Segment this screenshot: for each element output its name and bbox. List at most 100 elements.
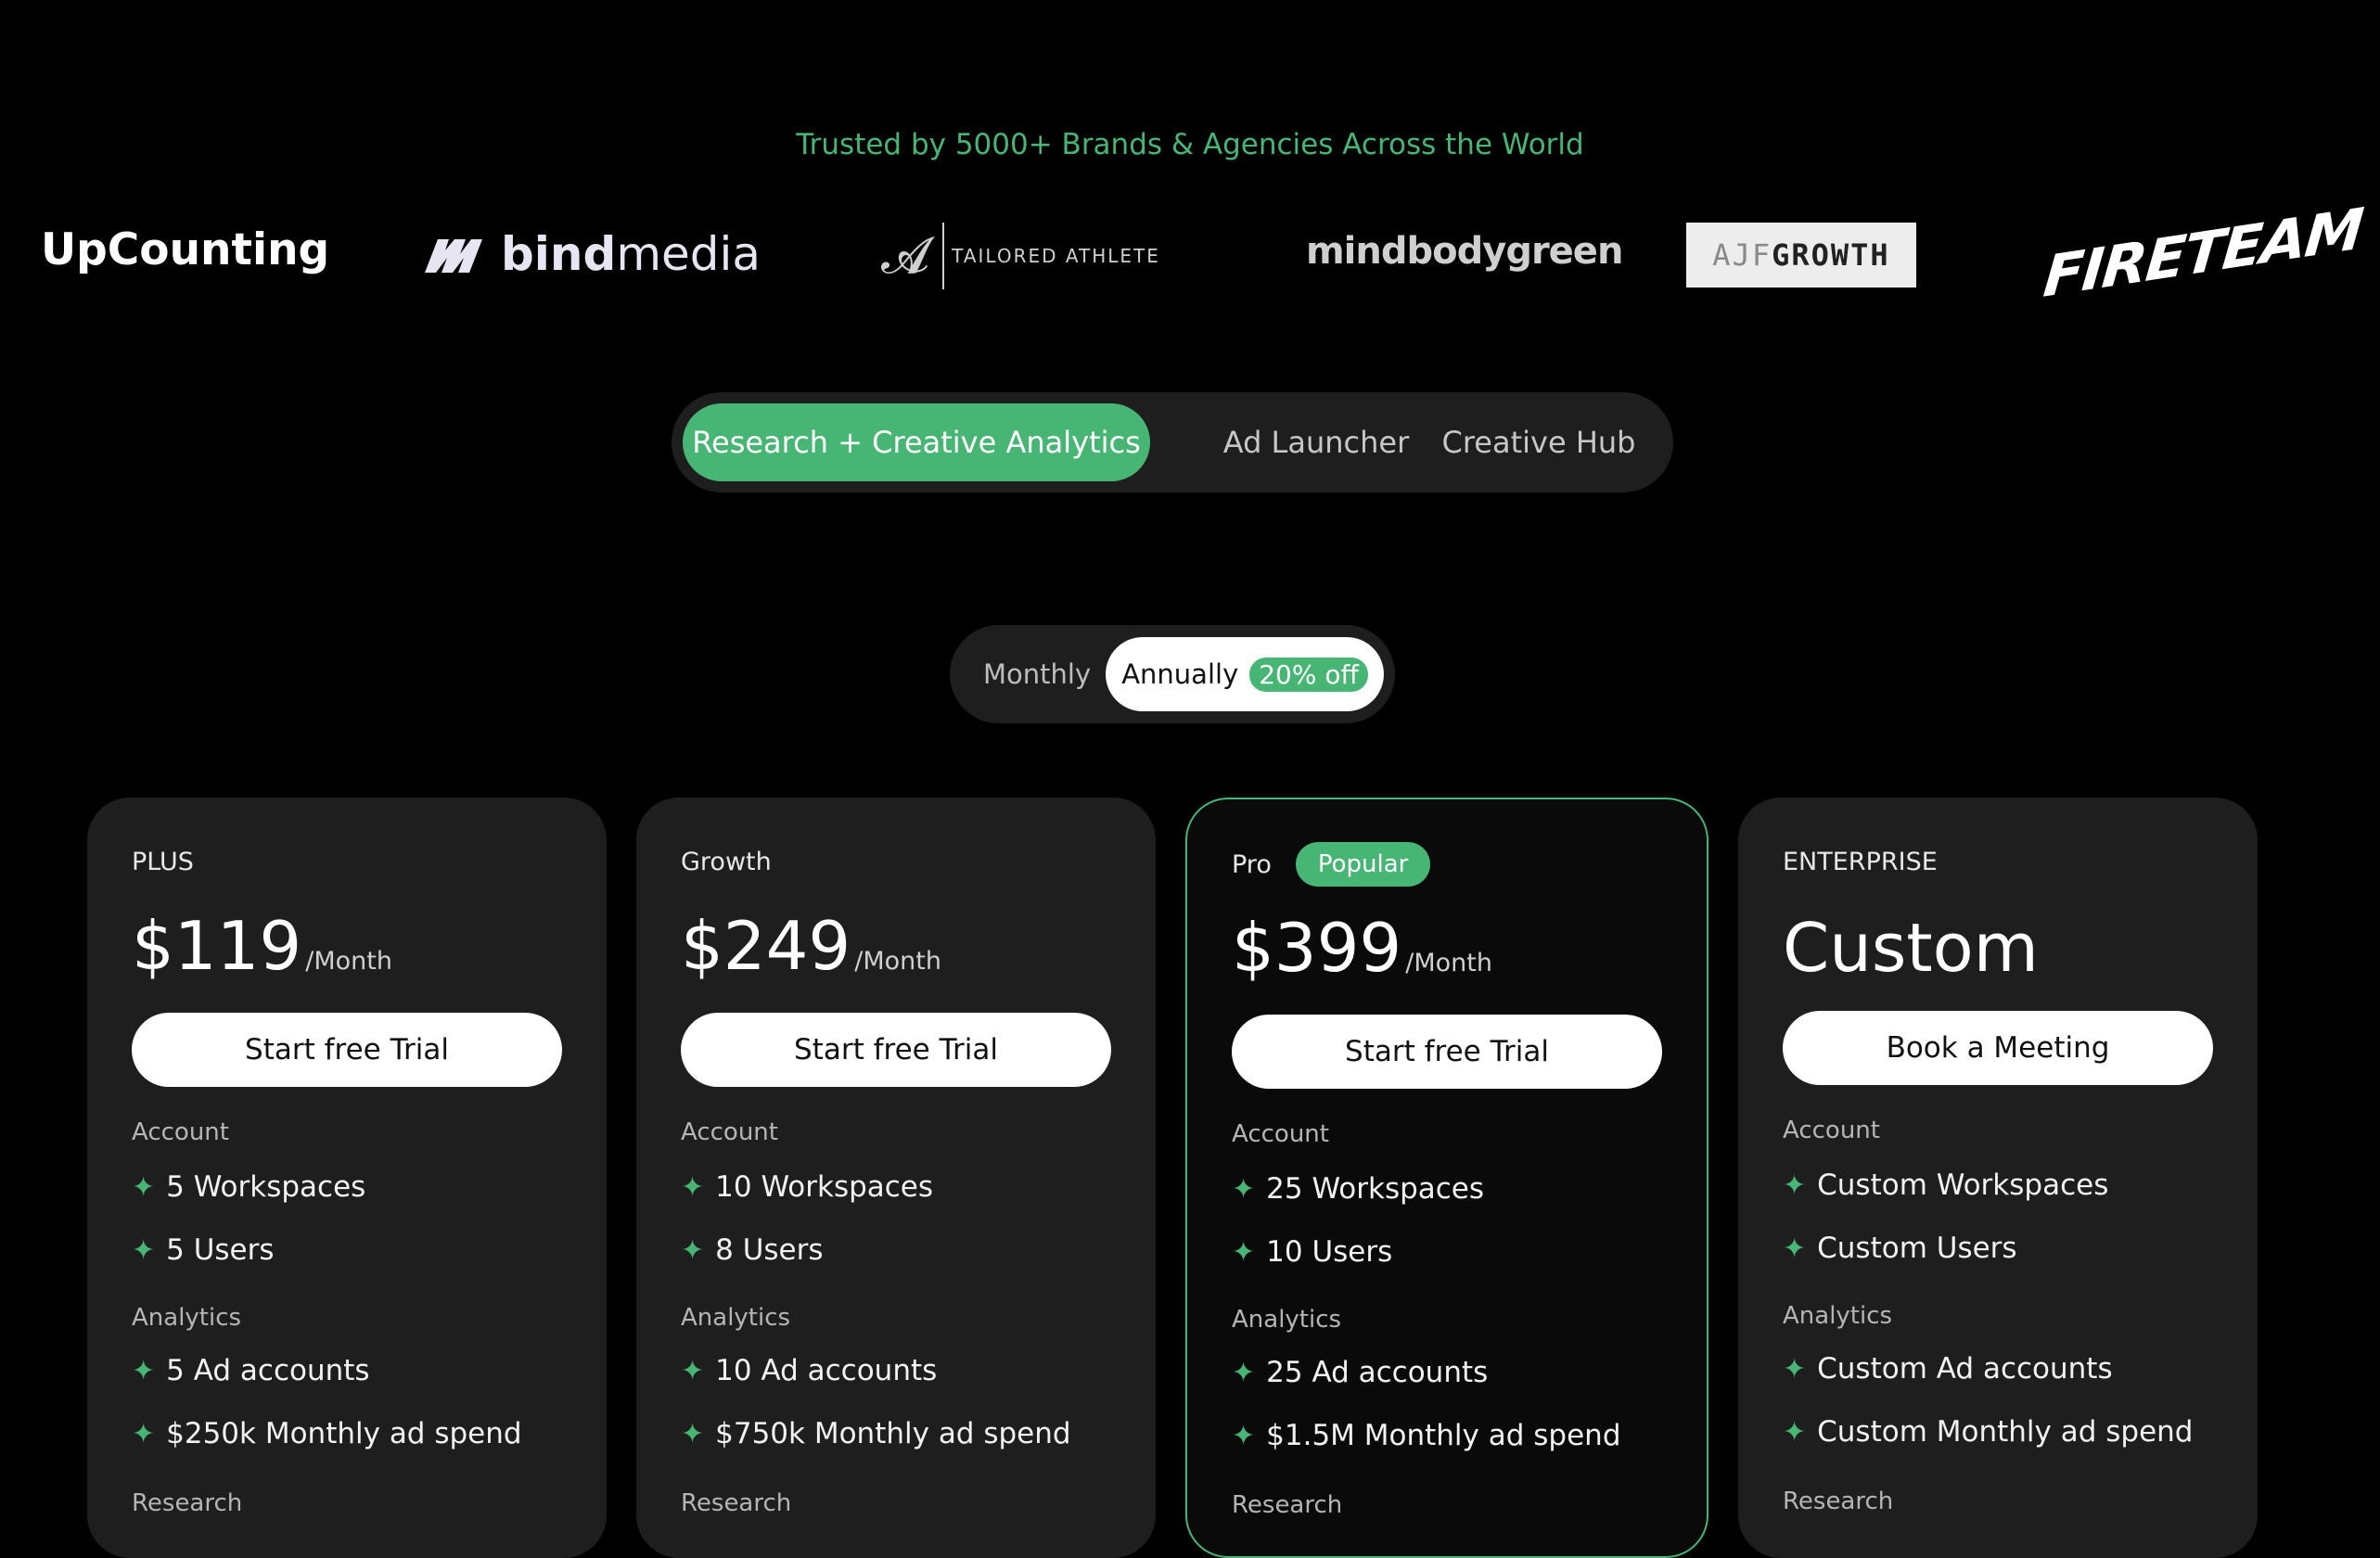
section-label-analytics: Analytics (681, 1304, 791, 1332)
plan-tier-label: PLUS (132, 848, 194, 876)
section-label-analytics: Analytics (1783, 1302, 1893, 1330)
feature-item: ✦ 10 Users (1232, 1235, 1392, 1269)
section-label-account: Account (1783, 1117, 1880, 1144)
feature-text: Custom Ad accounts (1817, 1352, 2113, 1386)
bindmedia-bold-text: bind (501, 227, 617, 281)
section-label-research: Research (681, 1489, 792, 1517)
feature-text: Custom Monthly ad spend (1817, 1415, 2194, 1449)
feature-text: 10 Users (1266, 1235, 1393, 1269)
price-amount: $399 (1232, 909, 1402, 987)
feature-text: 10 Workspaces (715, 1170, 934, 1204)
logo-tailored-athlete: 𝓐 TAILORED ATHLETE (881, 221, 1160, 291)
feature-text: 25 Workspaces (1266, 1172, 1485, 1206)
feature-item: ✦ 10 Ad accounts (681, 1354, 937, 1387)
plan-tier: ENTERPRISE (1783, 848, 1938, 876)
plan-price: $399 /Month (1232, 909, 1492, 987)
feature-text: $750k Monthly ad spend (715, 1417, 1071, 1450)
plan-tier-label: ENTERPRISE (1783, 848, 1938, 876)
tailored-athlete-text: TAILORED ATHLETE (952, 245, 1160, 267)
feature-item: ✦ $750k Monthly ad spend (681, 1417, 1071, 1450)
feature-item: ✦ Custom Monthly ad spend (1783, 1415, 2194, 1449)
bindmedia-mark-icon (425, 239, 482, 273)
feature-text: 10 Ad accounts (715, 1354, 938, 1387)
trusted-by-text: Trusted by 5000+ Brands & Agencies Acros… (796, 128, 1584, 161)
four-point-star-icon: ✦ (681, 1170, 705, 1204)
logo-upcounting: UpCounting (41, 224, 330, 275)
four-point-star-icon: ✦ (1783, 1232, 1807, 1265)
feature-text: 5 Ad accounts (166, 1354, 370, 1387)
tab-ad-launcher[interactable]: Ad Launcher (1172, 403, 1460, 481)
book-a-meeting-button[interactable]: Book a Meeting (1783, 1011, 2213, 1085)
price-amount: $249 (681, 907, 851, 985)
tailored-athlete-divider (942, 223, 945, 289)
section-label-research: Research (1783, 1488, 1894, 1515)
start-free-trial-button[interactable]: Start free Trial (132, 1013, 562, 1087)
section-label-research: Research (132, 1489, 243, 1517)
billing-annually-option[interactable]: Annually 20% off (1106, 637, 1384, 711)
plan-card-growth: Growth $249 /Month Start free Trial Acco… (636, 798, 1156, 1558)
feature-text: Custom Workspaces (1817, 1168, 2109, 1202)
start-free-trial-button[interactable]: Start free Trial (681, 1013, 1111, 1087)
plan-price: $249 /Month (681, 907, 941, 985)
plan-tier: Growth (681, 848, 772, 876)
four-point-star-icon: ✦ (1783, 1168, 1807, 1202)
feature-item: ✦ 10 Workspaces (681, 1170, 933, 1204)
popular-badge: Popular (1295, 842, 1431, 887)
feature-item: ✦ 8 Users (681, 1233, 824, 1267)
section-label-account: Account (681, 1118, 778, 1146)
section-label-account: Account (132, 1118, 229, 1146)
feature-item: ✦ Custom Ad accounts (1783, 1352, 2113, 1386)
feature-text: Custom Users (1817, 1232, 2017, 1265)
feature-item: ✦ 5 Workspaces (132, 1170, 365, 1204)
feature-item: ✦ 25 Workspaces (1232, 1172, 1484, 1206)
price-period: /Month (854, 947, 941, 976)
price-amount: $119 (132, 907, 302, 985)
price-period: /Month (1405, 949, 1492, 977)
four-point-star-icon: ✦ (1232, 1419, 1256, 1452)
four-point-star-icon: ✦ (132, 1417, 156, 1450)
feature-text: 5 Workspaces (166, 1170, 366, 1204)
plan-tier: Pro Popular (1232, 842, 1431, 887)
plan-tier-label: Growth (681, 848, 772, 876)
feature-item: ✦ 5 Users (132, 1233, 275, 1267)
four-point-star-icon: ✦ (681, 1233, 705, 1267)
four-point-star-icon: ✦ (681, 1417, 705, 1450)
feature-item: ✦ Custom Users (1783, 1232, 2017, 1265)
four-point-star-icon: ✦ (1232, 1356, 1256, 1389)
tailored-athlete-monogram-icon: 𝓐 (881, 226, 930, 285)
plan-price: $119 /Month (132, 907, 392, 985)
four-point-star-icon: ✦ (1783, 1415, 1807, 1449)
feature-item: ✦ $1.5M Monthly ad spend (1232, 1419, 1621, 1452)
feature-text: 8 Users (715, 1233, 824, 1267)
plan-tier: PLUS (132, 848, 194, 876)
billing-monthly-option[interactable]: Monthly (983, 625, 1091, 723)
four-point-star-icon: ✦ (1232, 1235, 1256, 1269)
section-label-account: Account (1232, 1120, 1329, 1148)
logo-bindmedia: bind media (425, 226, 761, 282)
tab-creative-hub[interactable]: Creative Hub (1423, 403, 1655, 481)
feature-text: 25 Ad accounts (1266, 1356, 1489, 1389)
feature-item: ✦ Custom Workspaces (1783, 1168, 2108, 1202)
billing-toggle: Monthly Annually 20% off (950, 625, 1395, 723)
logo-fireteam: FIRETEAM (2041, 195, 2365, 311)
start-free-trial-button[interactable]: Start free Trial (1232, 1015, 1662, 1089)
feature-text: $250k Monthly ad spend (166, 1417, 522, 1450)
section-label-analytics: Analytics (1232, 1306, 1342, 1334)
feature-text: 5 Users (166, 1233, 275, 1267)
section-label-research: Research (1232, 1491, 1343, 1519)
logo-mindbodygreen: mindbodygreen (1306, 230, 1623, 273)
billing-annually-label: Annually (1121, 658, 1239, 690)
feature-item: ✦ 25 Ad accounts (1232, 1356, 1488, 1389)
four-point-star-icon: ✦ (132, 1354, 156, 1387)
plan-price-custom: Custom (1783, 909, 2039, 987)
logo-strip: UpCounting bind media 𝓐 TAILORED ATHLETE… (0, 195, 2380, 315)
logo-ajf-growth: AJF GROWTH (1686, 223, 1916, 287)
four-point-star-icon: ✦ (1783, 1352, 1807, 1386)
tab-research-creative-analytics[interactable]: Research + Creative Analytics (683, 403, 1150, 481)
plan-card-pro: Pro Popular $399 /Month Start free Trial… (1185, 798, 1708, 1558)
price-period: /Month (305, 947, 392, 976)
plan-card-plus: PLUS $119 /Month Start free Trial Accoun… (87, 798, 607, 1558)
four-point-star-icon: ✦ (132, 1233, 156, 1267)
section-label-analytics: Analytics (132, 1304, 242, 1332)
four-point-star-icon: ✦ (681, 1354, 705, 1387)
